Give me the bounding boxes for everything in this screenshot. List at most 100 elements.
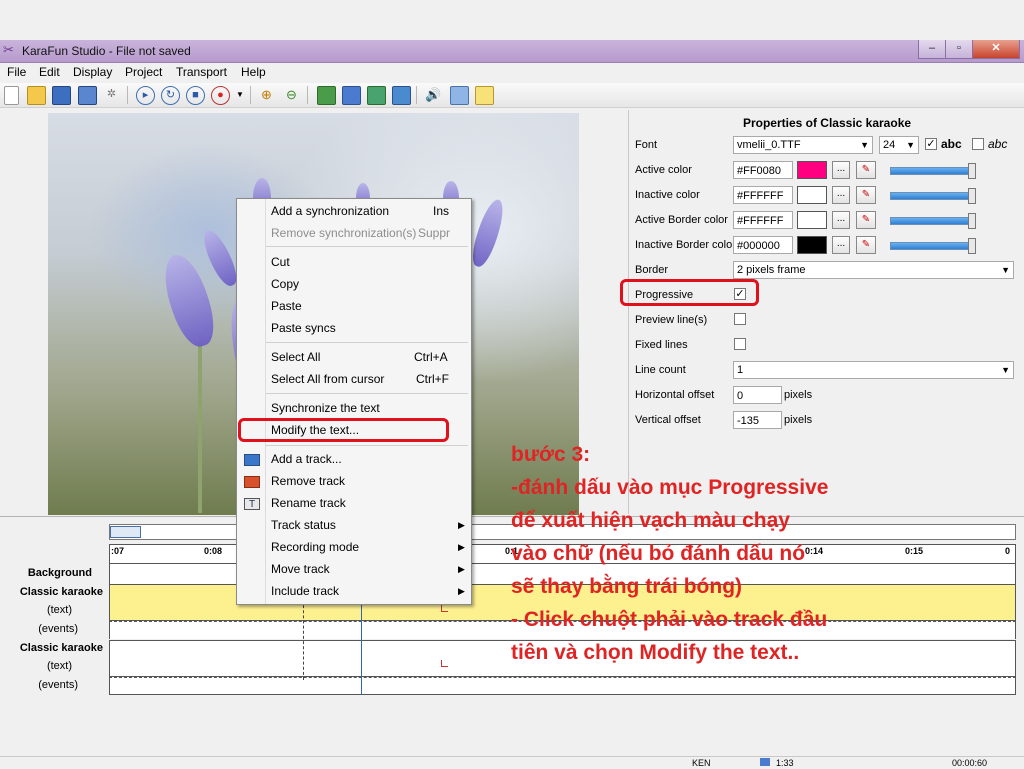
preview-lines-checkbox[interactable] <box>734 313 746 325</box>
copy-window-icon[interactable] <box>450 86 469 105</box>
active-color-input[interactable]: #FF0080 <box>733 161 793 179</box>
menu-paste-syncs[interactable]: Paste syncs <box>271 321 336 335</box>
annotation-line: -đánh dấu vào mục Progressive <box>511 476 829 499</box>
line-count-select[interactable]: 1 ▼ <box>733 361 1014 379</box>
shortcut-ctrl-a: Ctrl+A <box>414 350 448 364</box>
status-time: 00:00:60 <box>952 758 988 768</box>
sync-marker <box>303 600 305 680</box>
active-border-input[interactable]: #FFFFFF <box>733 211 793 229</box>
track1-name[interactable]: Classic karaoke <box>8 586 103 598</box>
export-icon[interactable] <box>392 86 411 105</box>
shortcut-ctrl-f: Ctrl+F <box>416 372 449 386</box>
menu-include-track[interactable]: Include track <box>271 584 339 598</box>
eyedropper-icon[interactable]: ✎ <box>856 161 876 179</box>
submenu-arrow-icon: ▶ <box>458 520 465 530</box>
eyedropper-icon[interactable]: ✎ <box>856 211 876 229</box>
active-color-swatch[interactable] <box>797 161 827 179</box>
volume-icon[interactable]: 🔊 <box>425 86 442 103</box>
menu-select-all[interactable]: Select All <box>271 350 320 364</box>
sync-marker <box>441 605 448 612</box>
horizontal-offset-input[interactable]: 0 <box>733 386 782 404</box>
menu-project[interactable]: Project <box>125 65 162 79</box>
background-track-label[interactable]: Background <box>10 567 92 579</box>
chevron-down-icon: ▼ <box>1001 265 1010 275</box>
submenu-arrow-icon: ▶ <box>458 586 465 596</box>
wizard-icon[interactable]: ✲ <box>103 86 120 103</box>
loop-icon[interactable]: ↻ <box>161 86 180 105</box>
track2-name[interactable]: Classic karaoke <box>8 642 103 654</box>
note-icon[interactable] <box>475 86 494 105</box>
vertical-offset-input[interactable]: -135 <box>733 411 782 429</box>
inactive-border-swatch[interactable] <box>797 236 827 254</box>
menu-file[interactable]: File <box>7 65 26 79</box>
font-value: vmelii_0.TTF <box>737 139 801 151</box>
fixed-lines-checkbox[interactable] <box>734 338 746 350</box>
menu-add-track[interactable]: Add a track... <box>271 452 342 466</box>
menu-track-status[interactable]: Track status <box>271 518 336 532</box>
menu-remove-track[interactable]: Remove track <box>271 474 345 488</box>
save-icon[interactable] <box>52 86 71 105</box>
active-color-opacity-slider[interactable] <box>890 163 976 179</box>
menu-rename-track[interactable]: Rename track <box>271 496 346 510</box>
menu-display[interactable]: Display <box>73 65 112 79</box>
active-color-browse-button[interactable]: ... <box>832 161 850 179</box>
vertical-offset-unit: pixels <box>784 414 813 426</box>
submenu-arrow-icon: ▶ <box>458 564 465 574</box>
status-bar <box>0 756 1024 769</box>
border-select[interactable]: 2 pixels frame ▼ <box>733 261 1014 279</box>
stop-icon[interactable]: ■ <box>186 86 205 105</box>
horizontal-offset-label: Horizontal offset <box>635 389 715 401</box>
preview-lines-label: Preview line(s) <box>635 314 708 326</box>
active-border-opacity-slider[interactable] <box>890 213 976 229</box>
inactive-color-input[interactable]: #FFFFFF <box>733 186 793 204</box>
menu-transport[interactable]: Transport <box>176 65 227 79</box>
menu-remove-synchronization[interactable]: Remove synchronization(s) <box>271 226 416 240</box>
menu-edit[interactable]: Edit <box>39 65 60 79</box>
flower-stem <box>198 333 202 513</box>
chevron-down-icon: ▼ <box>860 140 869 150</box>
bold-label: abc <box>941 137 962 151</box>
menu-synchronize-text[interactable]: Synchronize the text <box>271 401 380 415</box>
menu-copy[interactable]: Copy <box>271 277 299 291</box>
active-border-browse-button[interactable]: ... <box>832 211 850 229</box>
close-button[interactable]: ✕ <box>972 40 1020 59</box>
inactive-color-browse-button[interactable]: ... <box>832 186 850 204</box>
maximize-button[interactable]: ▫ <box>945 40 973 59</box>
menu-select-all-from-cursor[interactable]: Select All from cursor <box>271 372 384 386</box>
record-icon[interactable]: ● <box>211 86 230 105</box>
inactive-color-opacity-slider[interactable] <box>890 188 976 204</box>
bold-checkbox[interactable]: ✓ <box>925 138 937 150</box>
menu-paste[interactable]: Paste <box>271 299 302 313</box>
menu-recording-mode[interactable]: Recording mode <box>271 540 359 554</box>
menu-help[interactable]: Help <box>241 65 266 79</box>
open-folder-icon[interactable] <box>27 86 46 105</box>
inactive-border-input[interactable]: #000000 <box>733 236 793 254</box>
play-icon[interactable]: ▸ <box>136 86 155 105</box>
chart-icon[interactable] <box>367 86 386 105</box>
italic-checkbox[interactable] <box>972 138 984 150</box>
inactive-color-swatch[interactable] <box>797 186 827 204</box>
menu-add-synchronization[interactable]: Add a synchronization <box>271 204 389 218</box>
eyedropper-icon[interactable]: ✎ <box>856 186 876 204</box>
zoom-out-icon[interactable]: ⊖ <box>283 86 300 103</box>
minimize-button[interactable]: – <box>918 40 946 59</box>
save-as-icon[interactable] <box>78 86 97 105</box>
inactive-border-opacity-slider[interactable] <box>890 238 976 254</box>
new-file-icon[interactable] <box>4 86 19 105</box>
eyedropper-icon[interactable]: ✎ <box>856 236 876 254</box>
zoom-in-icon[interactable]: ⊕ <box>258 86 275 103</box>
menu-cut[interactable]: Cut <box>271 255 290 269</box>
track2-events-row[interactable] <box>109 677 1016 695</box>
track-icon[interactable] <box>342 86 361 105</box>
toolbar-separator <box>416 86 417 104</box>
font-size-select[interactable]: 24 ▼ <box>879 136 919 154</box>
menu-move-track[interactable]: Move track <box>271 562 330 576</box>
rename-track-icon: T <box>244 498 260 510</box>
font-select[interactable]: vmelii_0.TTF ▼ <box>733 136 873 154</box>
ruler-tick: 0:15 <box>905 546 924 556</box>
chevron-down-icon: ▼ <box>1001 365 1010 375</box>
active-border-swatch[interactable] <box>797 211 827 229</box>
dropdown-arrow-icon[interactable]: ▼ <box>234 86 246 103</box>
add-track-icon[interactable] <box>317 86 336 105</box>
inactive-border-browse-button[interactable]: ... <box>832 236 850 254</box>
